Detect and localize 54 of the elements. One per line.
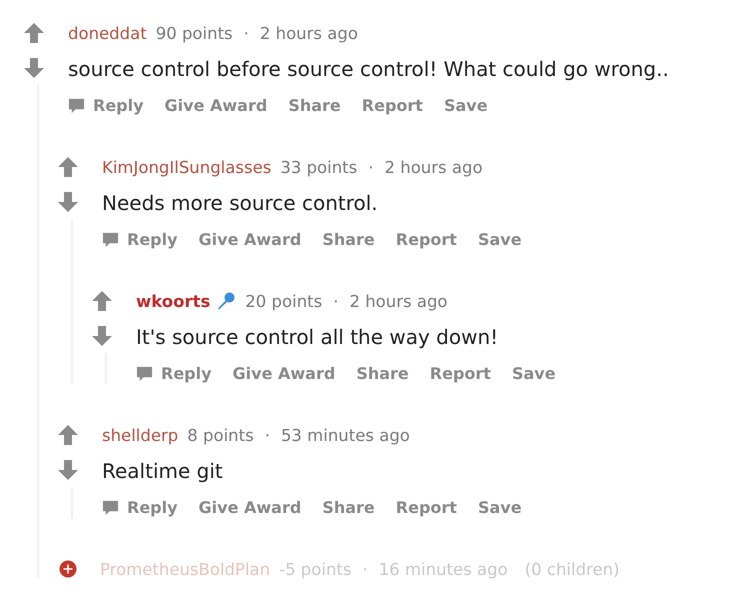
action-link[interactable]: Give Award <box>164 96 268 114</box>
action-link[interactable]: Give Award <box>198 230 302 248</box>
action-link[interactable]: Reply <box>102 230 178 248</box>
separator-text: · <box>368 158 374 176</box>
username-link[interactable]: shellderp <box>102 426 178 444</box>
action-link[interactable]: Reply <box>136 364 212 382</box>
action-link[interactable]: Save <box>512 364 556 382</box>
action-link[interactable]: Reply <box>68 96 144 114</box>
expand-icon[interactable] <box>59 560 77 578</box>
action-link[interactable]: Save <box>478 498 522 516</box>
separator-text: · <box>264 426 270 444</box>
action-link[interactable]: Report <box>396 230 457 248</box>
username-link[interactable]: doneddat <box>68 24 147 42</box>
downvote-icon[interactable] <box>91 325 113 347</box>
upvote-icon[interactable] <box>57 424 79 446</box>
comment-icon <box>102 498 119 516</box>
action-link[interactable]: Share <box>356 364 409 382</box>
comment-text: It's source control all the way down! <box>136 324 500 351</box>
timestamp-text: 2 hours ago <box>260 24 358 42</box>
action-link[interactable]: Save <box>478 230 522 248</box>
action-link[interactable]: Share <box>322 498 375 516</box>
comment-icon <box>68 96 85 114</box>
action-link[interactable]: Give Award <box>232 364 336 382</box>
timestamp-text: 2 hours ago <box>384 158 483 176</box>
downvote-icon[interactable] <box>57 191 79 213</box>
action-link[interactable]: Give Award <box>198 498 302 516</box>
username-link[interactable]: wkoorts <box>136 292 210 310</box>
points-text: 8 points <box>187 426 254 444</box>
action-link[interactable]: Report <box>396 498 457 516</box>
timestamp-text: 53 minutes ago <box>280 426 410 444</box>
upvote-icon[interactable] <box>57 156 79 178</box>
comment-text: Realtime git <box>102 458 224 485</box>
downvote-icon[interactable] <box>57 459 79 481</box>
username-link[interactable]: KimJongIlSunglasses <box>102 158 272 176</box>
upvote-icon[interactable] <box>91 290 113 312</box>
separator-text: · <box>362 560 368 578</box>
downvote-icon[interactable] <box>23 57 45 79</box>
action-link[interactable]: Report <box>430 364 491 382</box>
upvote-icon[interactable] <box>23 22 45 44</box>
points-text: 33 points <box>280 158 358 176</box>
comment-text: Needs more source control. <box>102 190 379 217</box>
action-link[interactable]: Reply <box>102 498 178 516</box>
separator-text: · <box>333 292 338 310</box>
comment-icon <box>136 364 153 382</box>
points-text: 90 points <box>156 24 233 42</box>
comment-text: source control before source control! What could go wrong.. <box>68 56 670 83</box>
action-link[interactable]: Share <box>322 230 375 248</box>
action-link[interactable]: Save <box>444 96 488 114</box>
separator-text: · <box>244 24 249 42</box>
action-link[interactable]: Report <box>362 96 423 114</box>
action-link[interactable]: Share <box>288 96 341 114</box>
points-text: 20 points <box>245 292 322 310</box>
comment-icon <box>102 230 119 248</box>
timestamp-text: 2 hours ago <box>349 292 448 310</box>
